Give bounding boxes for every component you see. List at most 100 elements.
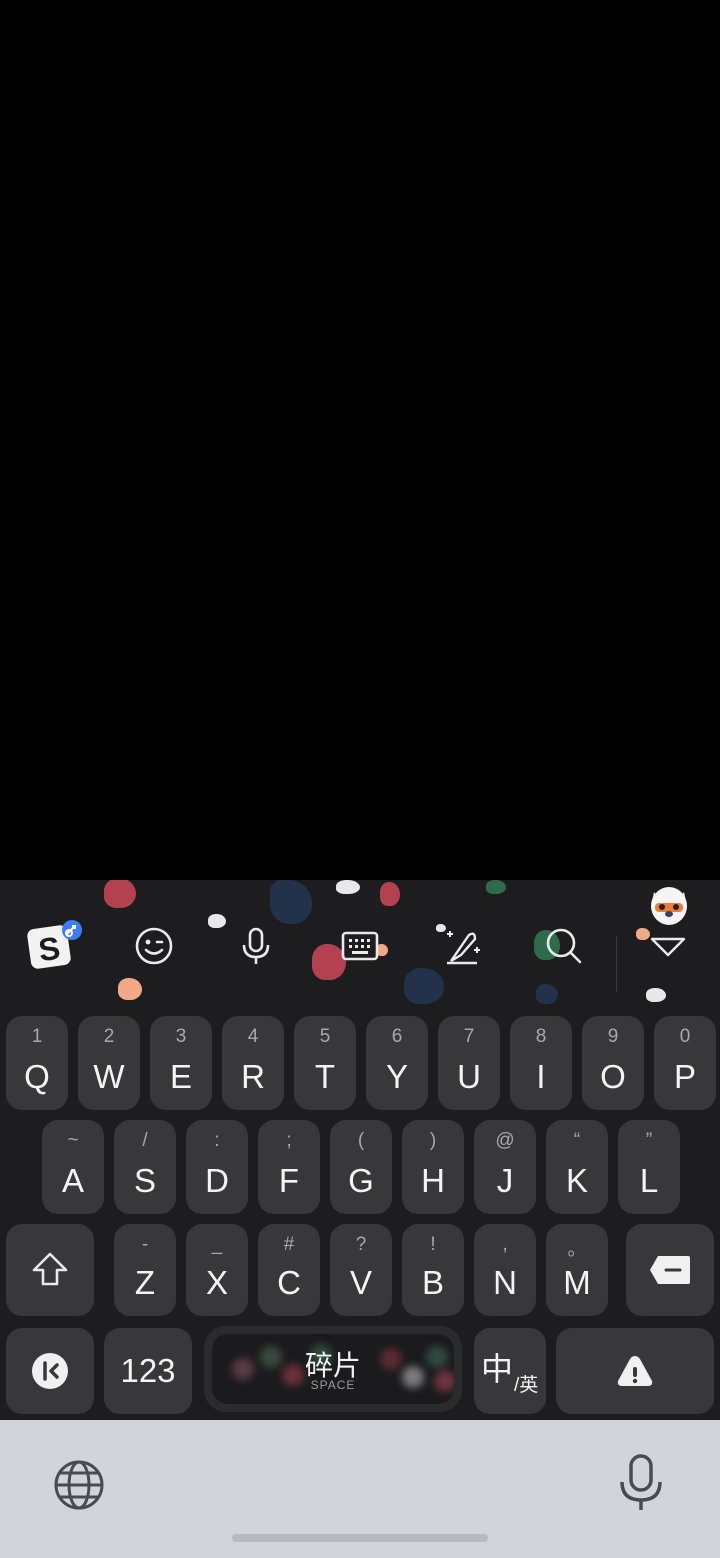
space-key-background: 碎片 SPACE	[212, 1334, 454, 1404]
key-primary-label: S	[133, 1162, 156, 1199]
key-x[interactable]: _ X	[186, 1224, 248, 1316]
key-f[interactable]: ; F	[258, 1120, 320, 1214]
key-secondary-label: 7	[463, 1026, 475, 1047]
numeric-key-label: 123	[120, 1352, 176, 1389]
key-secondary-label: 3	[175, 1026, 187, 1047]
key-primary-label: I	[536, 1058, 546, 1095]
key-u[interactable]: 7U	[438, 1016, 500, 1110]
key-primary-label: G	[348, 1162, 374, 1199]
language-switch-main: 中	[481, 1351, 514, 1387]
key-g[interactable]: (G	[330, 1120, 392, 1214]
symbol-switch-key[interactable]	[6, 1328, 94, 1414]
key-k[interactable]: “K	[546, 1120, 608, 1214]
key-primary-label: R	[241, 1058, 265, 1095]
key-h[interactable]: ) H	[402, 1120, 464, 1214]
key-y[interactable]: 6Y	[366, 1016, 428, 1110]
key-primary-label: D	[205, 1162, 229, 1199]
key-primary-label: Y	[385, 1058, 408, 1095]
key-o[interactable]: 9O	[582, 1016, 644, 1110]
key-primary-label: T	[314, 1058, 336, 1095]
key-a[interactable]: ~ A	[42, 1120, 104, 1214]
key-q[interactable]: 1Q	[6, 1016, 68, 1110]
key-primary-label: J	[496, 1162, 514, 1199]
key-secondary-label: ”	[645, 1130, 653, 1151]
key-e[interactable]: 3E	[150, 1016, 212, 1110]
key-primary-label: C	[277, 1264, 301, 1301]
key-secondary-label: (	[357, 1130, 365, 1151]
key-secondary-label: ;	[286, 1130, 292, 1151]
key-primary-label: K	[565, 1162, 588, 1199]
key-b[interactable]: ! B	[402, 1224, 464, 1316]
key-primary-label: Q	[24, 1058, 50, 1095]
key-secondary-label: #	[283, 1234, 295, 1255]
key-n[interactable]: ,N	[474, 1224, 536, 1316]
key-primary-label: F	[278, 1162, 300, 1199]
key-secondary-label: :	[214, 1130, 220, 1151]
key-primary-label: U	[457, 1058, 481, 1095]
emoji-icon[interactable]	[124, 920, 184, 972]
globe-icon[interactable]	[52, 1458, 106, 1512]
symbol-switch-icon	[32, 1353, 68, 1389]
language-switch-key[interactable]: 中 /英	[474, 1328, 546, 1414]
backspace-key[interactable]	[626, 1224, 714, 1316]
key-s[interactable]: / S	[114, 1120, 176, 1214]
space-key[interactable]: 碎片 SPACE	[204, 1326, 462, 1412]
gesture-handle[interactable]	[232, 1534, 488, 1542]
key-secondary-label: ~	[67, 1130, 79, 1151]
key-primary-label: L	[639, 1162, 659, 1199]
search-icon[interactable]	[534, 920, 594, 972]
keyboard-toolbar: S	[0, 880, 720, 1000]
key-secondary-label: ?	[355, 1234, 367, 1255]
language-switch-sub: /英	[514, 1375, 539, 1396]
key-primary-label: O	[600, 1058, 626, 1095]
key-j[interactable]: @ J	[474, 1120, 536, 1214]
microphone-icon[interactable]	[616, 1454, 666, 1514]
collapse-keyboard-icon[interactable]	[638, 920, 698, 972]
key-primary-label: V	[349, 1264, 372, 1301]
key-primary-label: N	[493, 1264, 517, 1301]
backspace-icon	[650, 1256, 690, 1284]
key-i[interactable]: 8I	[510, 1016, 572, 1110]
key-secondary-label: 2	[103, 1026, 115, 1047]
key-w[interactable]: 2W	[78, 1016, 140, 1110]
key-primary-label: Z	[134, 1264, 156, 1301]
key-c[interactable]: # C	[258, 1224, 320, 1316]
key-r[interactable]: 4R	[222, 1016, 284, 1110]
key-z[interactable]: -Z	[114, 1224, 176, 1316]
key-secondary-label: 1	[31, 1026, 43, 1047]
key-m[interactable]: 。 M	[546, 1224, 608, 1316]
key-d[interactable]: :D	[186, 1120, 248, 1214]
key-secondary-label: ,	[502, 1234, 508, 1255]
key-secondary-label: 6	[391, 1026, 403, 1047]
key-secondary-label: “	[573, 1130, 581, 1151]
keyboard-layout-icon[interactable]	[330, 920, 390, 972]
enter-icon	[617, 1356, 653, 1386]
key-primary-label: M	[563, 1264, 591, 1301]
sogou-keyboard: S 123 碎片 SPACE 中 /英 1 Q 2 W 3 E 4 R 5 T …	[0, 880, 720, 1420]
key-secondary-label: !	[430, 1234, 436, 1255]
enter-key[interactable]	[556, 1328, 714, 1414]
key-secondary-label: 。	[567, 1239, 587, 1260]
key-primary-label: B	[421, 1264, 444, 1301]
shift-icon	[32, 1252, 68, 1286]
key-secondary-label: 9	[607, 1026, 619, 1047]
key-secondary-label: )	[429, 1130, 437, 1151]
numeric-key[interactable]: 123	[104, 1328, 192, 1414]
system-navigation-bar	[0, 1420, 720, 1558]
key-v[interactable]: ? V	[330, 1224, 392, 1316]
sogou-logo-icon[interactable]: S	[22, 920, 82, 972]
key-secondary-label: -	[141, 1234, 149, 1255]
key-t[interactable]: 5T	[294, 1016, 356, 1110]
shift-key[interactable]	[6, 1224, 94, 1316]
space-key-sublabel: SPACE	[310, 1378, 356, 1392]
app-content-area	[0, 0, 720, 880]
key-secondary-label: _	[211, 1234, 223, 1255]
key-primary-label: X	[205, 1264, 228, 1301]
handwriting-icon[interactable]	[432, 920, 492, 972]
key-l[interactable]: ” L	[618, 1120, 680, 1214]
key-p[interactable]: 0P	[654, 1016, 716, 1110]
key-secondary-label: @	[495, 1130, 515, 1151]
key-secondary-label: 4	[247, 1026, 259, 1047]
voice-input-icon[interactable]	[226, 920, 286, 972]
key-primary-label: P	[673, 1058, 696, 1095]
